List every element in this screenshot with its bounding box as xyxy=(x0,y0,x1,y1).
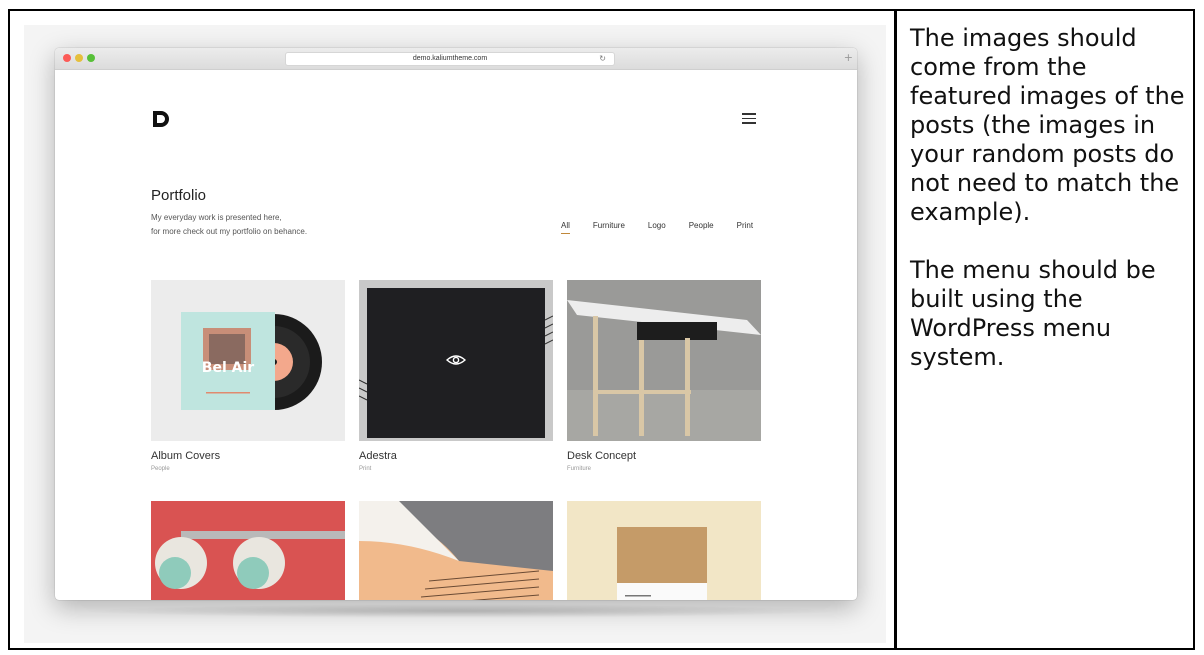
album-cover-text: Bel Air xyxy=(202,360,254,376)
portfolio-item-title[interactable]: Adestra xyxy=(359,450,397,462)
notebook-image xyxy=(567,501,761,600)
description-line-1: My everyday work is presented here, xyxy=(151,213,282,222)
minimize-window-icon[interactable] xyxy=(75,54,83,62)
desk-concept-image xyxy=(567,280,761,441)
portfolio-thumbnail[interactable] xyxy=(567,280,761,441)
portfolio-item-category[interactable]: Furniture xyxy=(567,466,591,472)
browser-window: demo.kaliumtheme.com ↻ + Portfolio My ev… xyxy=(55,48,857,600)
portfolio-item-category[interactable]: People xyxy=(151,466,170,472)
address-bar[interactable]: demo.kaliumtheme.com ↻ xyxy=(285,52,615,66)
d-logo-icon[interactable] xyxy=(151,109,171,129)
new-tab-icon[interactable]: + xyxy=(844,51,853,65)
portfolio-thumbnail[interactable] xyxy=(359,501,553,600)
reload-icon[interactable]: ↻ xyxy=(599,53,606,65)
category-filters: All Furniture Logo People Print xyxy=(561,221,753,234)
filter-print[interactable]: Print xyxy=(737,221,753,230)
window-shadow xyxy=(80,604,840,618)
portfolio-thumbnail[interactable] xyxy=(359,280,553,441)
portfolio-item-category[interactable]: Print xyxy=(359,466,371,472)
portfolio-thumbnail[interactable] xyxy=(151,501,345,600)
filter-people[interactable]: People xyxy=(689,221,714,230)
column-divider xyxy=(894,9,897,650)
portfolio-thumbnail[interactable]: Bel Air xyxy=(151,280,345,441)
page-content: Portfolio My everyday work is presented … xyxy=(67,71,845,600)
instructions-paragraph-1: The images should come from the featured… xyxy=(910,24,1185,226)
page-title: Portfolio xyxy=(151,187,207,204)
address-bar-url: demo.kaliumtheme.com xyxy=(412,55,488,62)
album-cover-image: Bel Air xyxy=(151,280,345,441)
hamburger-menu-icon[interactable] xyxy=(742,113,756,124)
portfolio-thumbnail[interactable] xyxy=(567,501,761,600)
close-window-icon[interactable] xyxy=(63,54,71,62)
eye-icon[interactable] xyxy=(446,354,466,366)
instructions-paragraph-2: The menu should be built using the WordP… xyxy=(910,256,1156,371)
description-line-2: for more check out my portfolio on behan… xyxy=(151,227,308,236)
speakers-image xyxy=(151,501,345,600)
filter-furniture[interactable]: Furniture xyxy=(593,221,625,230)
maximize-window-icon[interactable] xyxy=(87,54,95,62)
filter-all[interactable]: All xyxy=(561,221,570,234)
portfolio-item-title[interactable]: Desk Concept xyxy=(567,450,636,462)
book-image xyxy=(359,501,553,600)
instructions-text: The images should come from the featured… xyxy=(910,24,1194,372)
filter-logo[interactable]: Logo xyxy=(648,221,666,230)
page-description: My everyday work is presented here, for … xyxy=(151,211,307,239)
browser-titlebar: demo.kaliumtheme.com ↻ + xyxy=(55,48,857,70)
portfolio-item-title[interactable]: Album Covers xyxy=(151,450,220,462)
